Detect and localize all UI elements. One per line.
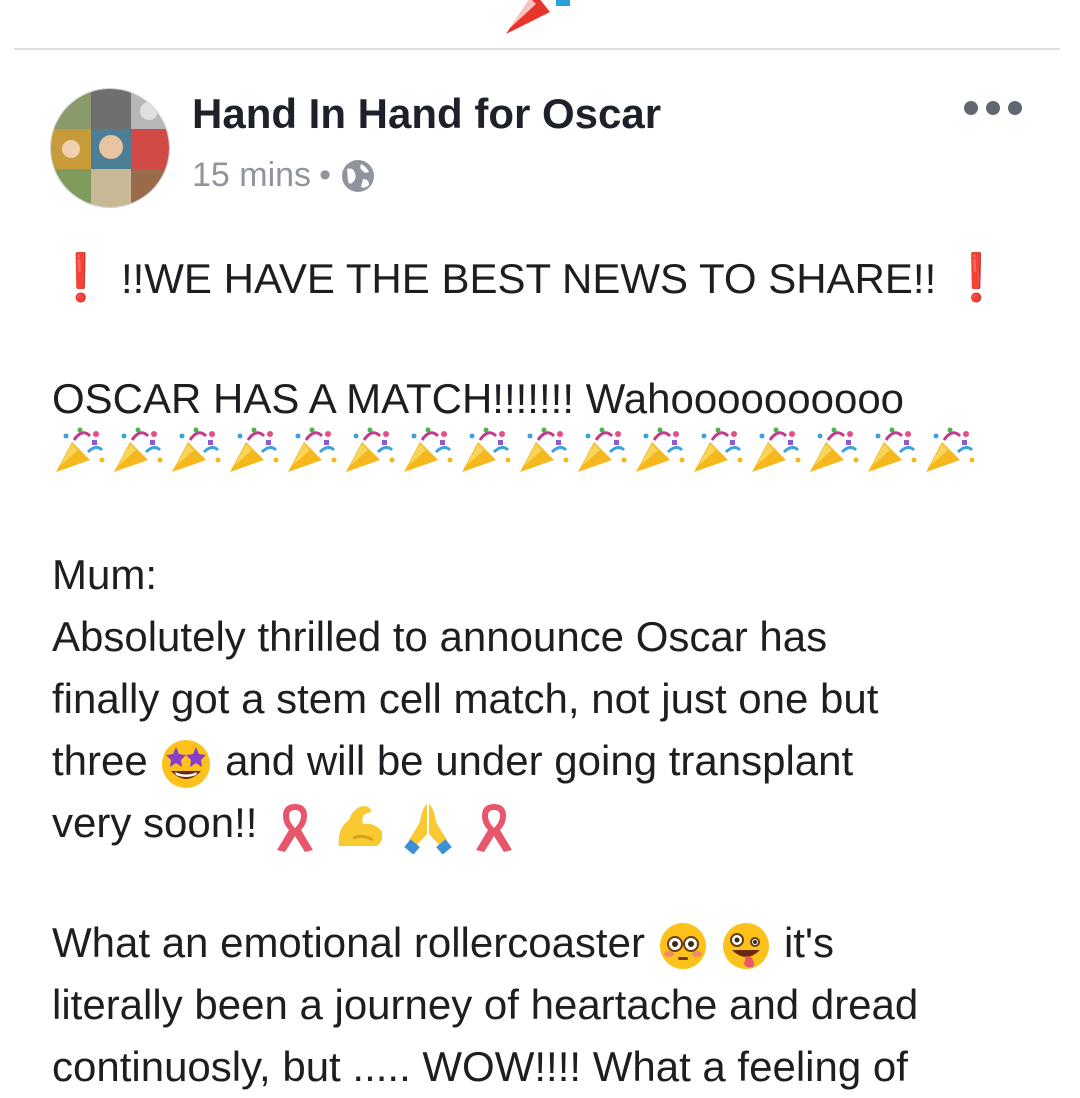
- post-line: What an emotional rollercoaster it's: [52, 912, 1052, 974]
- folded-hands-icon: [404, 803, 453, 854]
- flexed-biceps-icon: [338, 805, 383, 846]
- party-popper-icon: [54, 426, 106, 474]
- party-popper-icon: [460, 426, 512, 474]
- party-popper-icon: [750, 426, 802, 474]
- mum-label: Mum:: [52, 551, 157, 598]
- post-text: three: [52, 737, 148, 784]
- post-meta: 15 mins •: [192, 156, 377, 195]
- more-horizontal-icon[interactable]: [962, 94, 1024, 122]
- party-popper-icon: [506, 0, 570, 34]
- party-popper-icon: [634, 426, 686, 474]
- party-popper-icon: [576, 426, 628, 474]
- post-text: and will be under going transplant: [225, 737, 854, 784]
- divider: [14, 48, 1060, 50]
- party-popper-icon: [924, 426, 976, 474]
- exclamation-icon: ❗: [52, 251, 110, 303]
- timestamp[interactable]: 15 mins: [192, 156, 311, 195]
- meta-separator: •: [319, 156, 331, 194]
- post-body: ❗ !!WE HAVE THE BEST NEWS TO SHARE!! ❗ O…: [52, 246, 1052, 1098]
- page-name[interactable]: Hand In Hand for Oscar: [192, 90, 661, 138]
- avatar[interactable]: [50, 88, 170, 208]
- post-line: three and will be under going transplant: [52, 730, 1052, 792]
- party-popper-icon: [344, 426, 396, 474]
- post-line: finally got a stem cell match, not just …: [52, 675, 879, 722]
- post-text: very soon!!: [52, 799, 258, 846]
- post-text: it's: [783, 919, 834, 966]
- match-line: OSCAR HAS A MATCH!!!!!!! Wahoooooooooo: [52, 375, 905, 422]
- post-line: very soon!!: [52, 792, 1052, 854]
- post-line: Absolutely thrilled to announce Oscar ha…: [52, 613, 828, 660]
- post-text: What an emotional rollercoaster: [52, 919, 645, 966]
- star-struck-emoji-icon: [162, 739, 211, 788]
- exclamation-icon: ❗: [947, 251, 1006, 303]
- party-popper-icon: [518, 426, 570, 474]
- flushed-face-icon: [659, 922, 706, 969]
- party-popper-icon: [286, 426, 338, 474]
- party-popper-icon: [112, 426, 164, 474]
- post-line: literally been a journey of heartache an…: [52, 981, 919, 1028]
- party-popper-row: [52, 426, 1052, 486]
- party-popper-icon: [692, 426, 744, 474]
- ribbon-icon: [476, 803, 513, 852]
- party-popper-icon: [808, 426, 860, 474]
- party-popper-icon: [228, 426, 280, 474]
- party-popper-icon: [402, 426, 454, 474]
- ribbon-icon: [277, 803, 314, 852]
- party-popper-icon: [866, 426, 918, 474]
- party-popper-icon: [170, 426, 222, 474]
- post-line: continuosly, but ..... WOW!!!! What a fe…: [52, 1043, 908, 1090]
- headline: !!WE HAVE THE BEST NEWS TO SHARE!!: [120, 255, 937, 302]
- zany-face-icon: [723, 922, 770, 969]
- globe-icon: [341, 159, 374, 192]
- headline-line: ❗ !!WE HAVE THE BEST NEWS TO SHARE!! ❗: [52, 246, 1052, 310]
